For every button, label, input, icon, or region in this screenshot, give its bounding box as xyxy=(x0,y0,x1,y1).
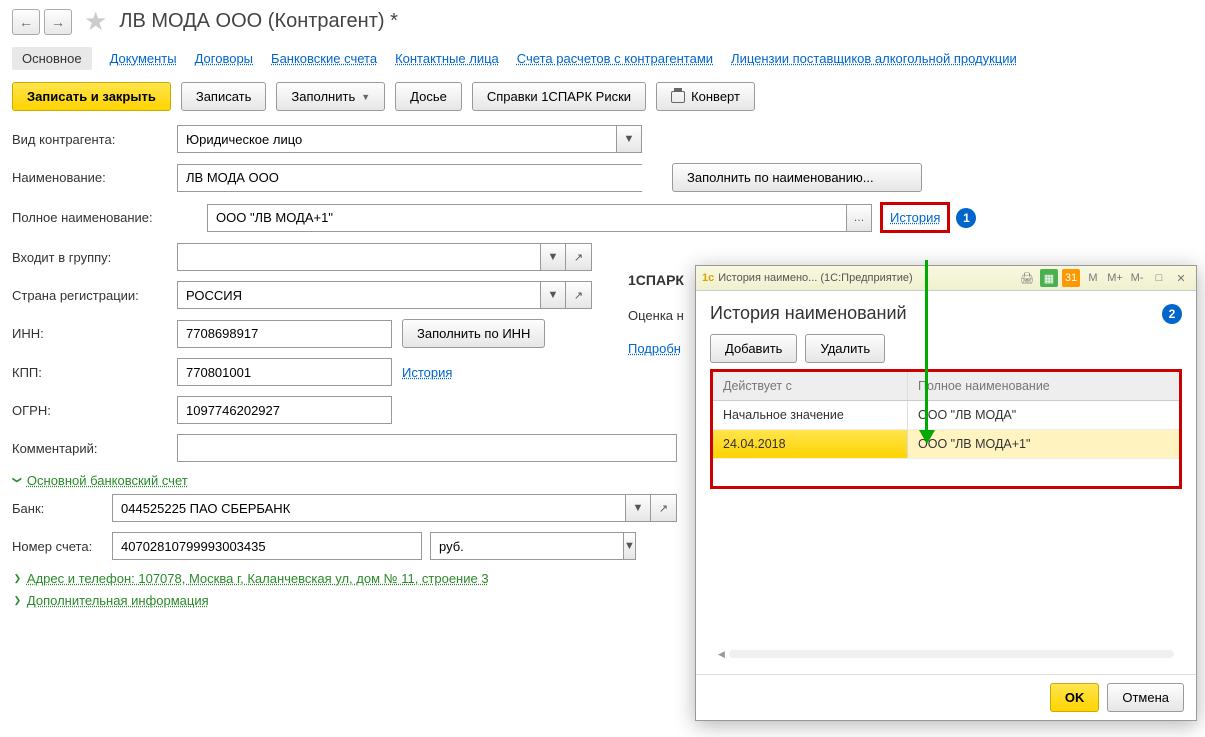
bank-label: Банк: xyxy=(12,501,112,516)
bank-input[interactable] xyxy=(112,494,625,522)
country-dropdown-button[interactable]: ▼ xyxy=(540,281,566,309)
popup-app-icon: 1c xyxy=(702,272,714,284)
add-button[interactable]: Добавить xyxy=(710,334,797,363)
account-label: Номер счета: xyxy=(12,539,112,554)
type-label: Вид контрагента: xyxy=(12,132,177,147)
country-input[interactable] xyxy=(177,281,540,309)
tab-bank-accounts[interactable]: Банковские счета xyxy=(271,51,377,66)
horizontal-scrollbar[interactable] xyxy=(718,648,1174,660)
country-label: Страна регистрации: xyxy=(12,288,177,303)
extra-section-label: Дополнительная информация xyxy=(27,593,209,608)
spark-button[interactable]: Справки 1СПАРК Риски xyxy=(472,82,646,111)
tab-main[interactable]: Основное xyxy=(12,47,92,70)
kpp-label: КПП: xyxy=(12,365,177,380)
ogrn-input[interactable] xyxy=(177,396,392,424)
bank-section-label: Основной банковский счет xyxy=(27,473,188,488)
comment-label: Комментарий: xyxy=(12,441,177,456)
spark-header: 1СПАРК xyxy=(628,272,684,288)
nav-forward-button[interactable]: → xyxy=(44,9,72,35)
table-row[interactable]: Начальное значение ООО "ЛВ МОДА" xyxy=(713,401,1179,430)
kpp-input[interactable] xyxy=(177,358,392,386)
maximize-icon[interactable]: □ xyxy=(1150,269,1168,287)
popup-titlebar-text: История наимено... (1С:Предприятие) xyxy=(718,272,912,284)
row1-name: ООО "ЛВ МОДА+1" xyxy=(908,430,1179,458)
fullname-history-link[interactable]: История xyxy=(884,206,946,229)
tab-licenses[interactable]: Лицензии поставщиков алкогольной продукц… xyxy=(731,51,1017,66)
m-plus-button[interactable]: M+ xyxy=(1106,269,1124,287)
fill-by-name-button[interactable]: Заполнить по наименованию... xyxy=(672,163,922,192)
fullname-label: Полное наименование: xyxy=(12,210,207,225)
callout-1: 1 xyxy=(956,208,976,228)
row1-date: 24.04.2018 xyxy=(713,430,908,458)
spark-more-link[interactable]: Подробн xyxy=(628,341,681,356)
dossier-button[interactable]: Досье xyxy=(395,82,462,111)
history-popup: 1c История наимено... (1С:Предприятие) 🖨… xyxy=(695,265,1197,721)
bank-open-button[interactable]: ↗ xyxy=(651,494,677,522)
currency-dropdown-button[interactable]: ▼ xyxy=(623,532,636,560)
page-title: ЛВ МОДА ООО (Контрагент) * xyxy=(119,10,398,33)
delete-button[interactable]: Удалить xyxy=(805,334,885,363)
popup-title: История наименований xyxy=(710,303,907,324)
callout-2: 2 xyxy=(1162,304,1182,324)
kpp-history-link[interactable]: История xyxy=(402,365,452,380)
fill-button[interactable]: Заполнить ▼ xyxy=(276,82,385,111)
table-row[interactable]: 24.04.2018 ООО "ЛВ МОДА+1" xyxy=(713,430,1179,459)
fullname-input[interactable] xyxy=(207,204,846,232)
ogrn-label: ОГРН: xyxy=(12,403,177,418)
col-date-header[interactable]: Действует с xyxy=(713,372,908,400)
history-table: Действует с Полное наименование Начально… xyxy=(710,369,1182,489)
name-label: Наименование: xyxy=(12,170,177,185)
col-name-header[interactable]: Полное наименование xyxy=(908,372,1179,400)
group-label: Входит в группу: xyxy=(12,250,177,265)
save-close-button[interactable]: Записать и закрыть xyxy=(12,82,171,111)
name-input[interactable] xyxy=(177,164,642,192)
fullname-ellipsis-button[interactable]: … xyxy=(846,204,872,232)
cancel-button[interactable]: Отмена xyxy=(1107,683,1184,712)
inn-input[interactable] xyxy=(177,320,392,348)
inn-label: ИНН: xyxy=(12,326,177,341)
ok-button[interactable]: OK xyxy=(1050,683,1100,712)
type-dropdown-button[interactable]: ▼ xyxy=(616,125,642,153)
nav-back-button[interactable]: ← xyxy=(12,9,40,35)
group-dropdown-button[interactable]: ▼ xyxy=(540,243,566,271)
account-input[interactable] xyxy=(112,532,422,560)
row0-date: Начальное значение xyxy=(713,401,908,429)
favorite-star-icon[interactable]: ★ xyxy=(84,6,107,37)
group-open-button[interactable]: ↗ xyxy=(566,243,592,271)
convert-button[interactable]: Конверт xyxy=(656,82,755,111)
spark-rating: Оценка н xyxy=(628,308,684,323)
address-section-label: Адрес и телефон: 107078, Москва г, Калан… xyxy=(27,571,489,586)
grid-icon[interactable]: ▦ xyxy=(1040,269,1058,287)
close-icon[interactable]: ✕ xyxy=(1172,269,1190,287)
print-icon xyxy=(671,91,685,103)
annotation-arrow-icon xyxy=(925,260,928,440)
type-input[interactable] xyxy=(177,125,616,153)
save-button[interactable]: Записать xyxy=(181,82,267,111)
bank-dropdown-button[interactable]: ▼ xyxy=(625,494,651,522)
tab-settlement[interactable]: Счета расчетов с контрагентами xyxy=(517,51,713,66)
currency-input[interactable] xyxy=(430,532,623,560)
calendar-icon[interactable]: 31 xyxy=(1062,269,1080,287)
m-button[interactable]: M xyxy=(1084,269,1102,287)
convert-button-label: Конверт xyxy=(691,89,740,104)
group-input[interactable] xyxy=(177,243,540,271)
print-preview-icon[interactable]: 🖨 xyxy=(1018,269,1036,287)
fill-button-label: Заполнить xyxy=(291,89,355,104)
tab-contracts[interactable]: Договоры xyxy=(195,51,253,66)
tab-documents[interactable]: Документы xyxy=(110,51,177,66)
caret-down-icon: ▼ xyxy=(361,92,370,102)
row0-name: ООО "ЛВ МОДА" xyxy=(908,401,1179,429)
fill-by-inn-button[interactable]: Заполнить по ИНН xyxy=(402,319,545,348)
m-minus-button[interactable]: M- xyxy=(1128,269,1146,287)
comment-input[interactable] xyxy=(177,434,677,462)
country-open-button[interactable]: ↗ xyxy=(566,281,592,309)
tab-contacts[interactable]: Контактные лица xyxy=(395,51,499,66)
